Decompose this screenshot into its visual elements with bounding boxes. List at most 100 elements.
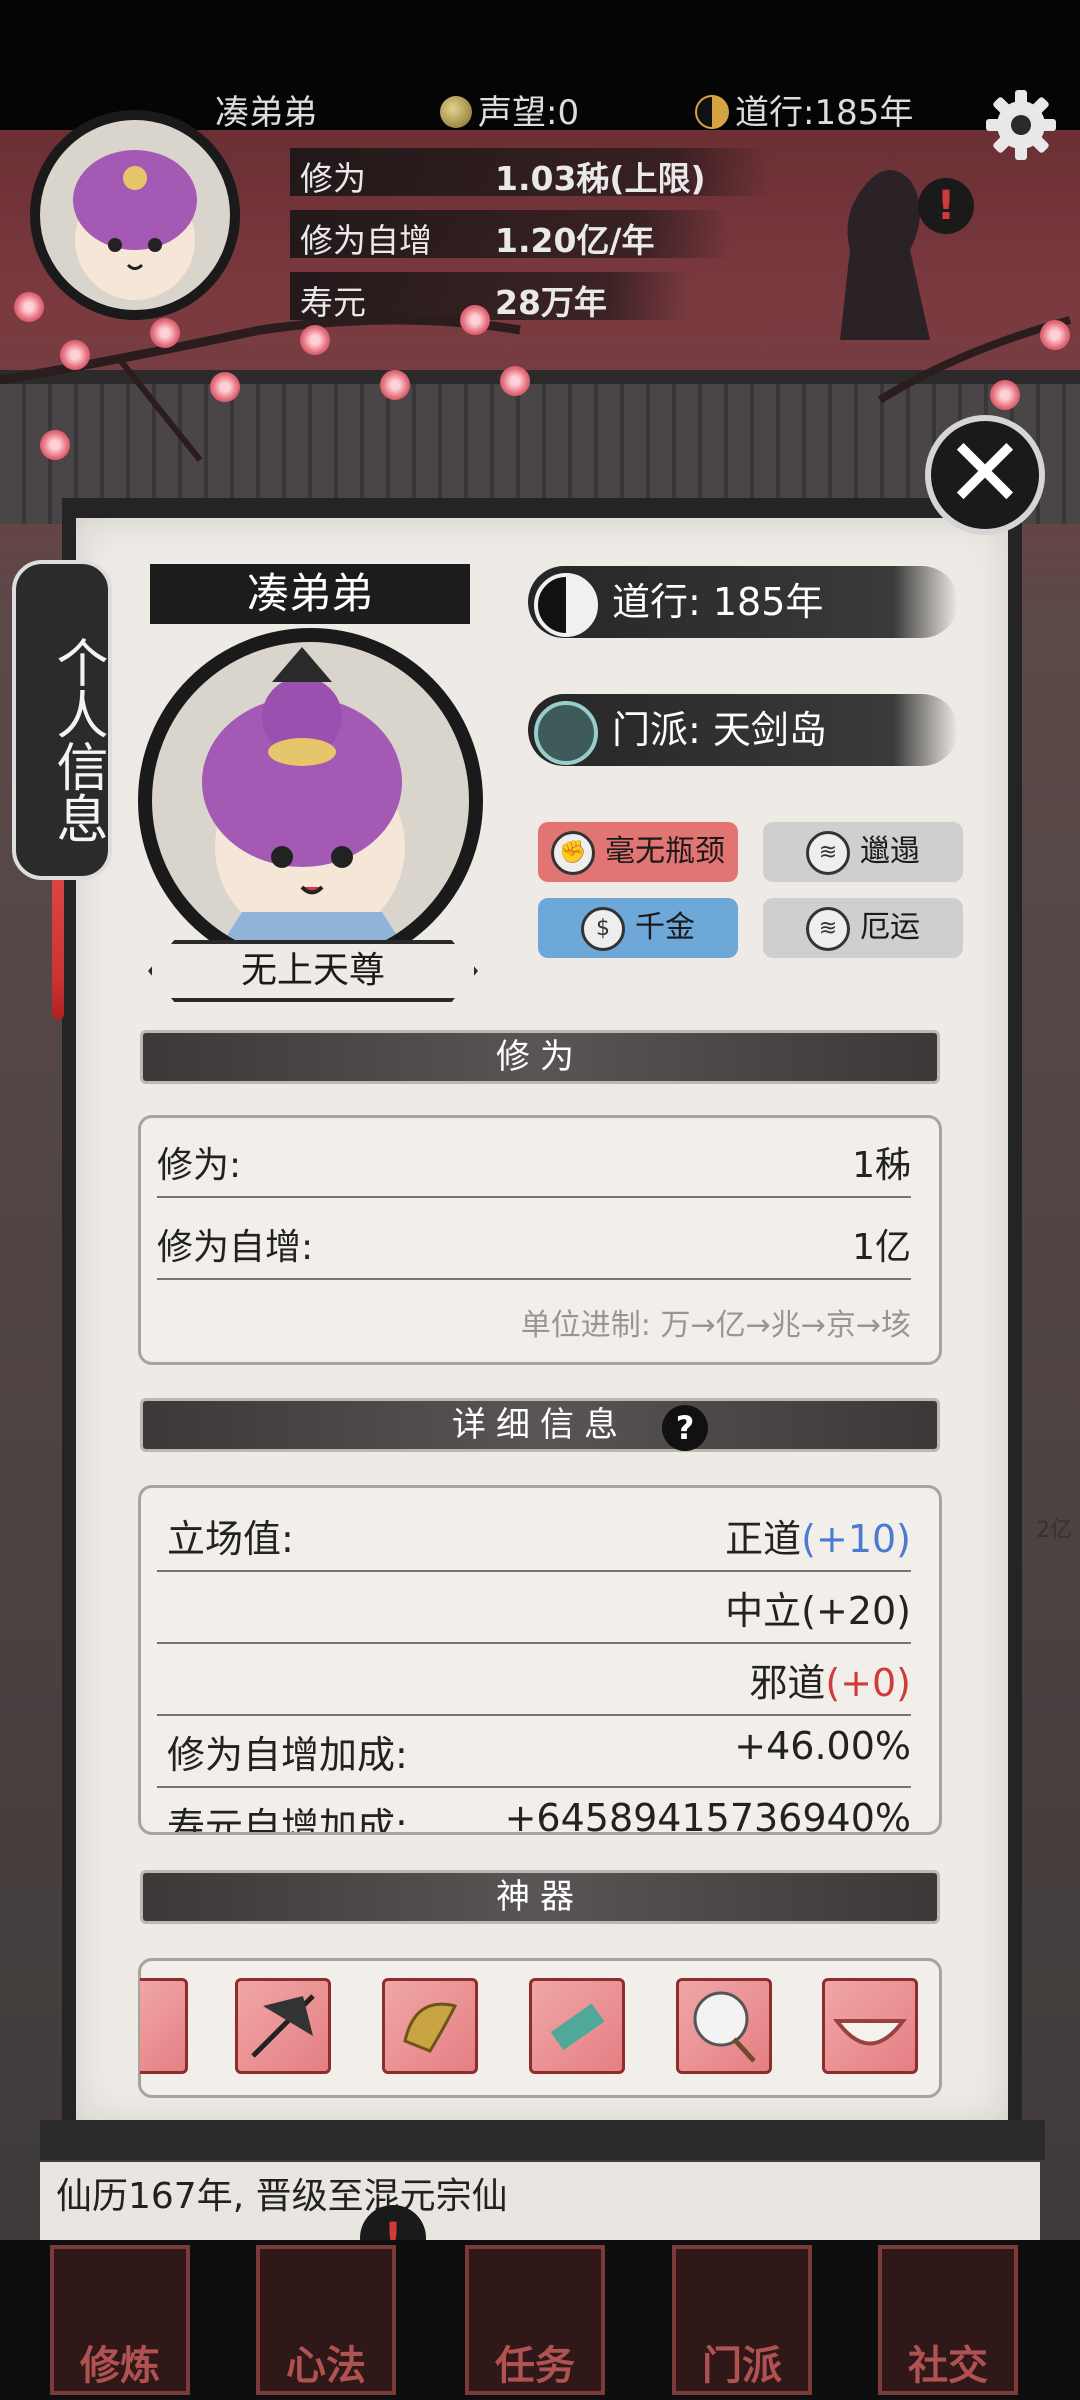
nav-social[interactable]: 社交 [878,2245,1018,2395]
blossom [60,340,90,370]
cultivation-box: 修为: 1秭 修为自增: 1亿 单位进制: 万→亿→兆→京→垓 [138,1115,942,1365]
alert-icon[interactable]: ! [918,178,974,234]
trait-tag-wealthy[interactable]: $ 千金 [538,898,738,958]
scroll-icon: ≋ [806,830,850,875]
trait-label: 邋遢 [860,834,920,869]
blossom [14,292,44,322]
nav-cultivate[interactable]: 修炼 [50,2245,190,2395]
artifact-jade-slip-icon[interactable] [529,1978,625,2074]
artifact-bowl-icon[interactable] [822,1978,918,2074]
growth-bonus-row: 修为自增加成: +46.00% [167,1718,911,1777]
stance-label: 立场值: [167,1517,294,1561]
stance-righteous-label: 正道 [725,1517,802,1561]
stat-label-growth: 修为自增 [300,221,432,260]
trait-label: 毫无瓶颈 [605,834,725,869]
tassel-decoration [52,880,64,1020]
blossom [460,305,490,335]
scroll-icon: ≋ [806,906,850,951]
edge-overflow-text: 2亿 [1036,1518,1072,1543]
character-name: 凑弟弟 [150,564,470,624]
section-header-details: 详细信息 [140,1398,940,1452]
dao-display: 道行:185年 [695,85,913,134]
artifact-umbrella-icon[interactable] [235,1978,331,2074]
stance-righteous: 正道(+10) [725,1508,911,1563]
stance-neutral: 中立(+20) [725,1589,911,1633]
stance-neutral-row: 中立(+20) [157,1574,911,1633]
character-portrait[interactable] [138,628,483,973]
blossom [210,372,240,402]
lifespan-bonus-value: +64589415736940% [504,1796,911,1835]
blossom [380,370,410,400]
row-divider [157,1786,911,1788]
coin-icon [440,96,472,128]
settings-gear-icon[interactable] [984,88,1058,162]
stat-value-cultivation: 1.03秭(上限) [495,159,706,198]
stat-value-growth: 1.20亿/年 [495,221,655,260]
artifact-mirror-icon[interactable] [140,1978,188,2074]
lifespan-bonus-row: 寿元自增加成: +64589415736940% [167,1790,911,1835]
fist-icon: ✊ [551,830,595,875]
header-avatar[interactable] [30,110,240,320]
row-divider [157,1570,911,1572]
section-header-cultivation: 修为 [140,1030,940,1084]
section-header-artifacts: 神器 [140,1870,940,1924]
blossom [40,430,70,460]
row-value: 1亿 [852,1227,911,1268]
row-divider [157,1196,911,1198]
yin-yang-icon [534,572,598,637]
blossom [500,366,530,396]
nav-tasks[interactable]: 任务 [465,2245,605,2395]
row-label: 修为: [157,1145,242,1186]
growth-bonus-value: +46.00% [734,1724,911,1768]
blossom [1040,320,1070,350]
unit-note: 单位进制: 万→亿→兆→京→垓 [520,1308,911,1343]
close-button[interactable]: ✕ [925,415,1045,535]
sect-pill: 门派: 天剑岛 [528,694,958,766]
dao-pill-text: 道行: 185年 [612,580,824,624]
stance-righteous-delta: (+10) [801,1517,911,1561]
temple-icon [534,700,598,765]
growth-row: 修为自增: 1亿 [157,1212,911,1268]
dao-pill: 道行: 185年 [528,566,958,638]
stance-evil-row: 邪道(+0) [157,1646,911,1705]
nav-sect[interactable]: 门派 [672,2245,812,2395]
artifact-golden-claw-icon[interactable] [382,1978,478,2074]
prestige-display: 声望:0 [440,85,579,134]
tab-personal-info[interactable]: 个人信息 [12,560,112,880]
dao-text: 道行:185年 [735,93,914,133]
scroll-bottom-rod [40,2120,1045,2160]
money-bag-icon: $ [581,906,625,951]
yin-yang-icon [695,95,729,129]
character-title: 无上天尊 [148,940,478,1002]
blossom [300,325,330,355]
nav-techniques[interactable]: 心法 [256,2245,396,2395]
trait-tag-bad-luck[interactable]: ≋ 厄运 [763,898,963,958]
row-label: 修为自增: [157,1227,314,1268]
lifespan-bonus-label: 寿元自增加成: [167,1805,408,1835]
growth-bonus-label: 修为自增加成: [167,1733,408,1777]
stance-evil-label: 邪道 [749,1661,826,1705]
cultivation-row: 修为: 1秭 [157,1130,911,1186]
row-divider [157,1642,911,1644]
trait-label: 厄运 [860,910,920,945]
trait-label: 千金 [635,910,695,945]
details-heading: 详细信息 [452,1405,628,1445]
sect-pill-text: 门派: 天剑岛 [612,708,827,752]
stance-evil-delta: (+0) [825,1661,911,1705]
stat-label-cultivation: 修为 [300,159,366,198]
artifact-fan-icon[interactable] [676,1978,772,2074]
question-icon[interactable]: ? [662,1405,708,1451]
stance-row: 立场值: 正道(+10) [167,1502,911,1561]
blossom [150,318,180,348]
details-box: 立场值: 正道(+10) 中立(+20) 邪道(+0) 修为自增加成: +46.0… [138,1485,942,1835]
blossom [990,380,1020,410]
trait-tag-sloppy[interactable]: ≋ 邋遢 [763,822,963,882]
player-name-top: 凑弟弟 [215,93,317,133]
stance-evil: 邪道(+0) [749,1652,911,1707]
row-divider [157,1714,911,1716]
row-value: 1秭 [852,1145,911,1186]
prestige-text: 声望:0 [478,93,580,133]
event-log[interactable]: 仙历167年, 晋级至混元宗仙 [40,2162,1040,2242]
trait-tag-no-bottleneck[interactable]: ✊ 毫无瓶颈 [538,822,738,882]
row-divider [157,1278,911,1280]
